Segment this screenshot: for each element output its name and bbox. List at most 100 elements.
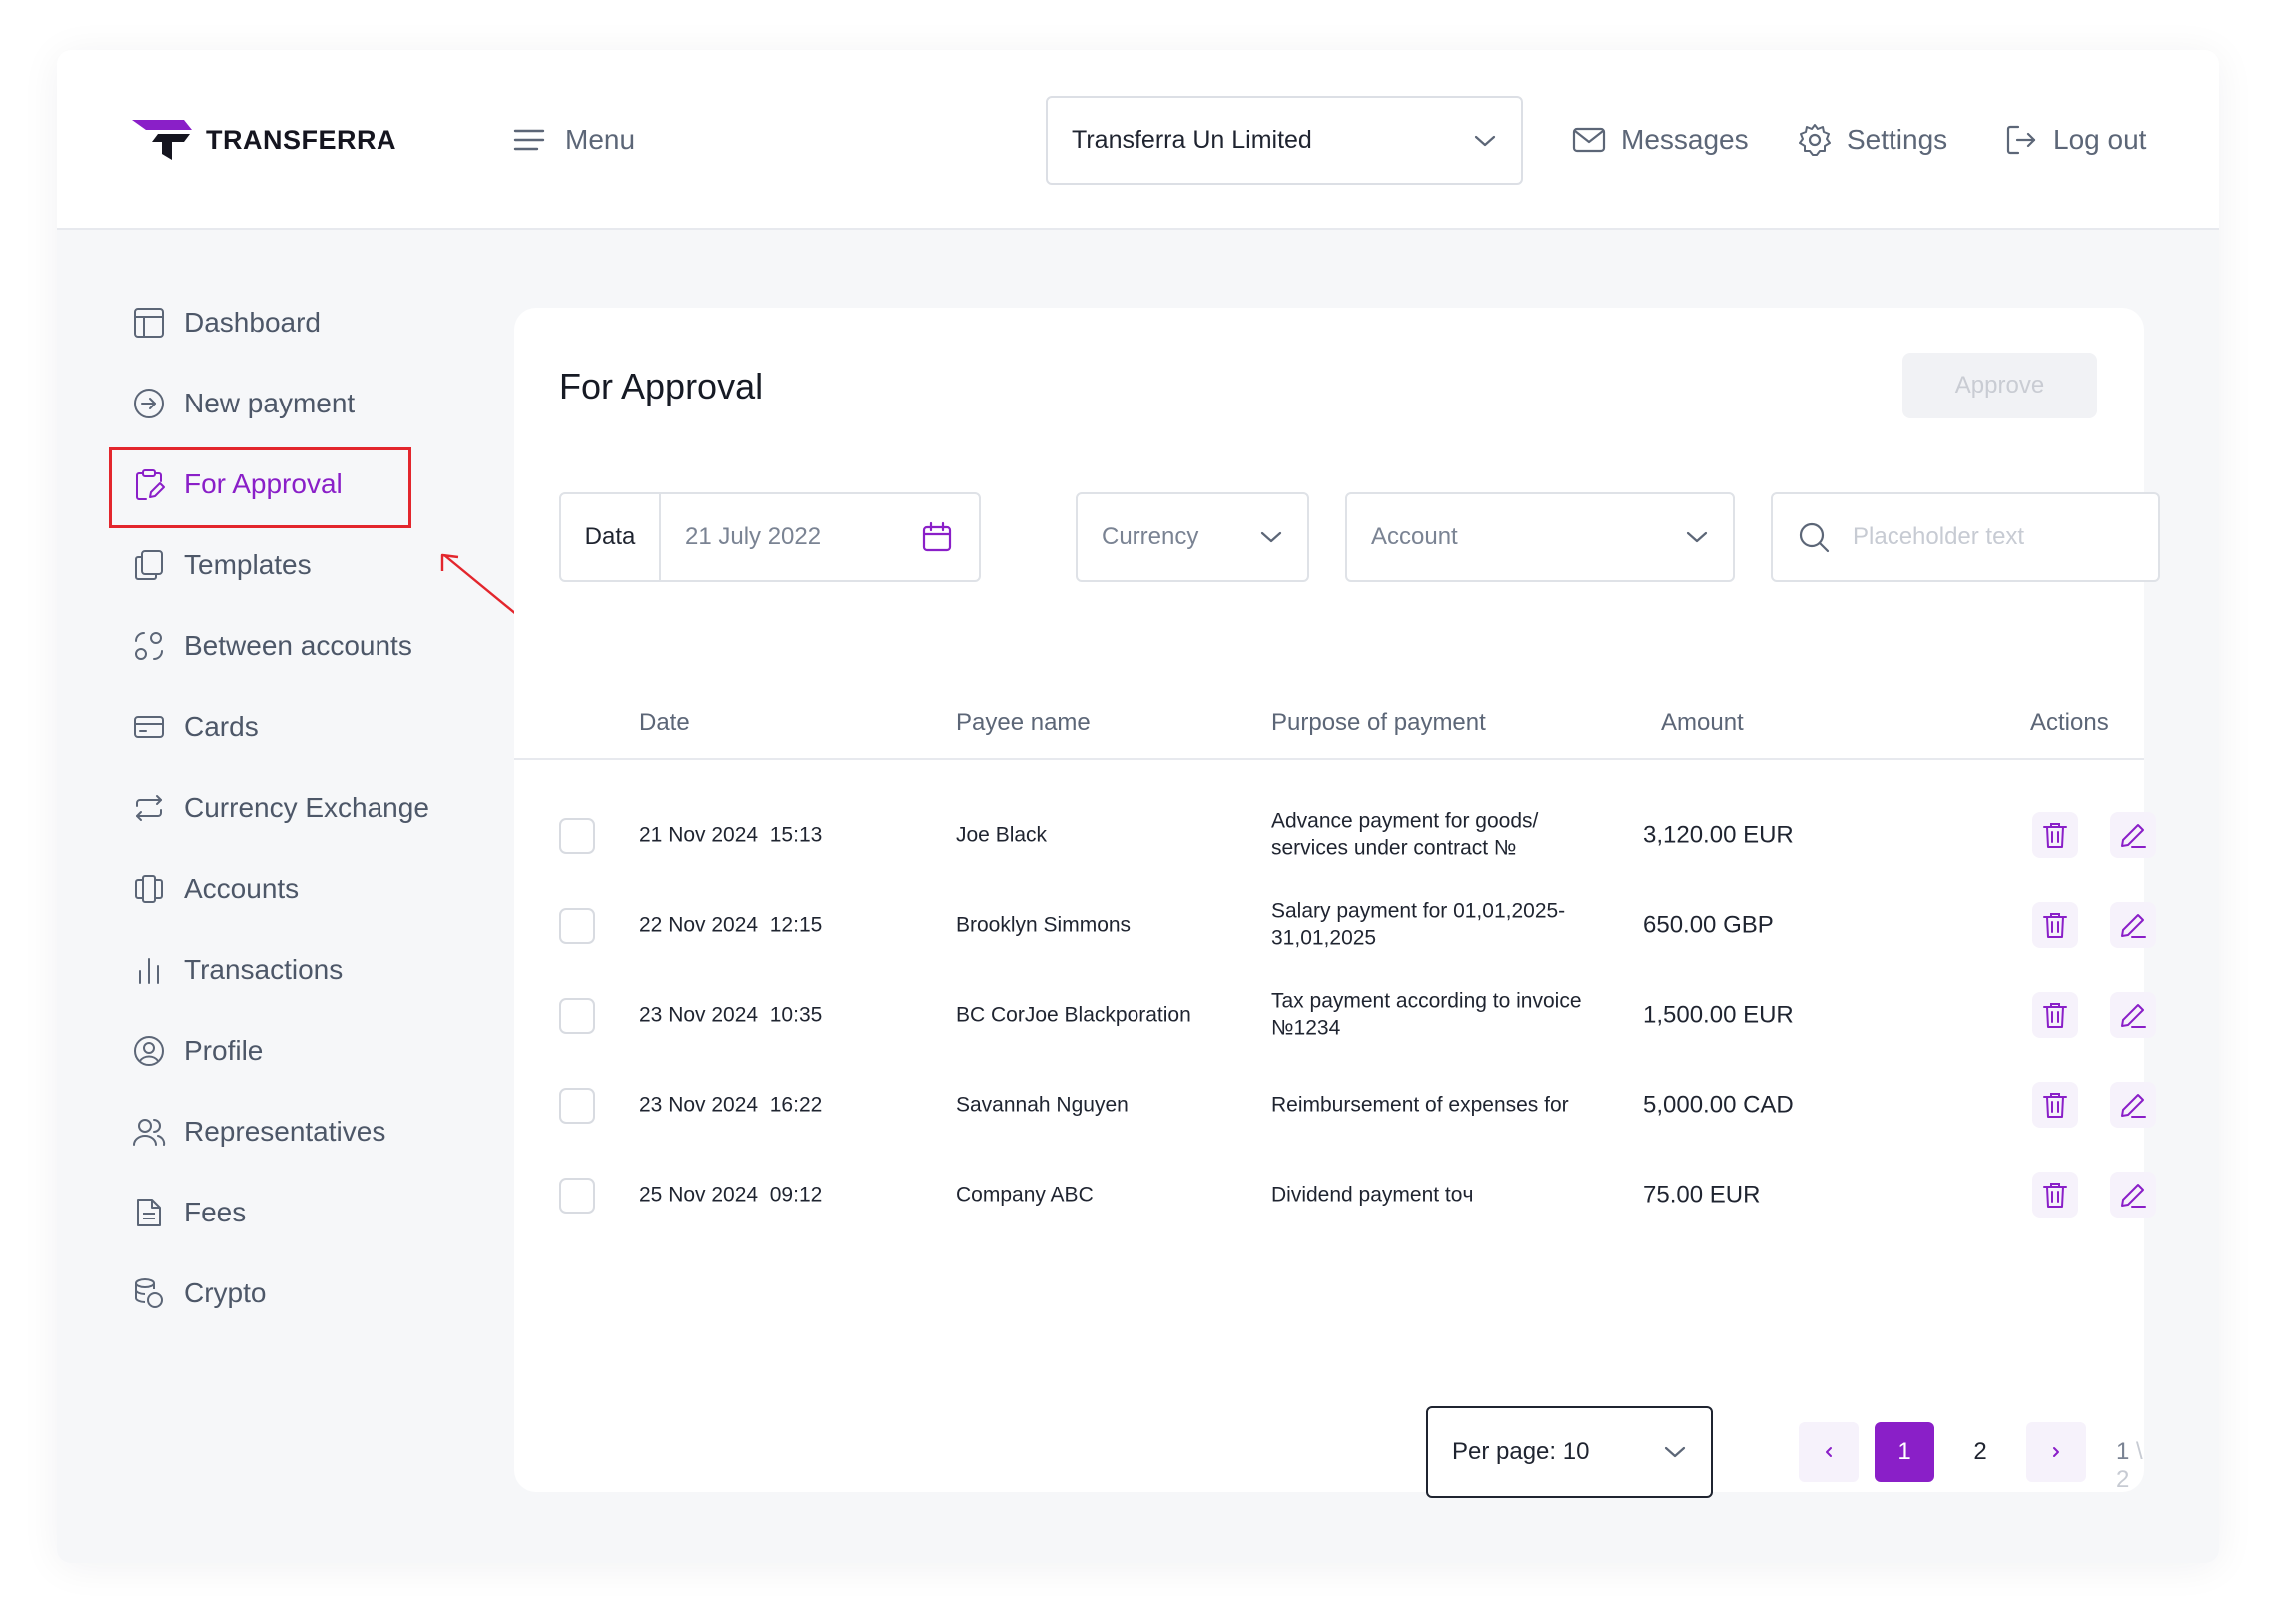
date-filter[interactable]: Data 21 July 2022 (559, 492, 981, 582)
sidebar-item-dashboard[interactable]: Dashboard (132, 306, 321, 340)
page-button-2[interactable]: 2 (1950, 1422, 2010, 1482)
delete-button[interactable] (2032, 992, 2078, 1038)
calendar-icon[interactable] (921, 521, 953, 553)
logo[interactable]: TRANSFERRA (132, 118, 396, 162)
row-amount: 1,500.00 EUR (1643, 1001, 1794, 1029)
delete-button[interactable] (2032, 902, 2078, 948)
sidebar-item-profile[interactable]: Profile (132, 1034, 263, 1068)
date-filter-value: 21 July 2022 (685, 523, 822, 550)
account-filter[interactable]: Account (1345, 492, 1735, 582)
row-checkbox[interactable] (559, 998, 595, 1034)
sidebar-item-label: Crypto (184, 1277, 267, 1308)
logout-label: Log out (2053, 124, 2147, 155)
row-checkbox[interactable] (559, 1178, 595, 1214)
table-row: 22 Nov 2024 12:15 Brooklyn Simmons Salar… (514, 880, 2156, 970)
sidebar-item-label: Cards (184, 711, 259, 742)
sidebar-item-transactions[interactable]: Transactions (132, 953, 343, 987)
next-page-button[interactable] (2026, 1422, 2086, 1482)
settings-label: Settings (1847, 124, 1948, 155)
edit-button[interactable] (2110, 1172, 2156, 1218)
table-row: 21 Nov 2024 15:13 Joe Black Advance paym… (514, 790, 2156, 880)
delete-button[interactable] (2032, 1172, 2078, 1218)
row-amount: 5,000.00 CAD (1643, 1091, 1794, 1119)
arrow-circle-icon (134, 389, 164, 418)
page-indicator-current: 1 (2116, 1438, 2130, 1465)
logout-icon (2006, 125, 2036, 155)
edit-button[interactable] (2110, 902, 2156, 948)
table-row: 23 Nov 2024 16:22 Savannah Nguyen Reimbu… (514, 1060, 2156, 1150)
chevron-down-icon (1686, 531, 1708, 543)
exchange-nodes-icon (135, 632, 163, 660)
pencil-icon (2121, 914, 2146, 938)
prev-page-button[interactable] (1799, 1422, 1859, 1482)
page-title: For Approval (559, 366, 764, 406)
page-button-1[interactable]: 1 (1875, 1422, 1934, 1482)
sidebar-item-label: Representatives (184, 1116, 386, 1147)
row-checkbox[interactable] (559, 818, 595, 854)
menu-label: Menu (565, 124, 636, 155)
edit-button[interactable] (2110, 1082, 2156, 1128)
sidebar-item-currency-exchange[interactable]: Currency Exchange (132, 791, 429, 825)
sidebar-item-between-accounts[interactable]: Between accounts (132, 629, 412, 663)
document-icon (137, 1199, 161, 1226)
sidebar-item-crypto[interactable]: Crypto (132, 1276, 266, 1310)
menu-button[interactable]: Menu (513, 124, 635, 156)
logout-link[interactable]: Log out (2003, 122, 2146, 158)
messages-label: Messages (1621, 124, 1749, 155)
page-indicator: 1 \ 2 (2116, 1438, 2144, 1494)
date-filter-label: Data (561, 494, 661, 580)
approve-button[interactable]: Approve (1902, 353, 2097, 418)
column-header-date[interactable]: Date (639, 709, 690, 737)
currency-filter[interactable]: Currency (1076, 492, 1309, 582)
sidebar-item-accounts[interactable]: Accounts (132, 872, 299, 906)
column-header-amount[interactable]: Amount (1661, 709, 1744, 737)
sidebar-item-templates[interactable]: Templates (132, 548, 312, 582)
column-header-payee[interactable]: Payee name (956, 709, 1091, 737)
row-date: 21 Nov 2024 15:13 (639, 823, 823, 847)
delete-button[interactable] (2032, 1082, 2078, 1128)
sidebar-item-new-payment[interactable]: New payment (132, 387, 355, 420)
row-date: 23 Nov 2024 10:35 (639, 1003, 823, 1027)
column-header-actions: Actions (2030, 709, 2109, 736)
trash-icon (2043, 913, 2067, 938)
sidebar-item-label: Accounts (184, 873, 300, 904)
trash-icon (2043, 1003, 2067, 1028)
per-page-select[interactable]: Per page: 10 (1426, 1406, 1713, 1498)
row-checkbox[interactable] (559, 908, 595, 944)
edit-button[interactable] (2110, 812, 2156, 858)
logo-text: TRANSFERRA (206, 124, 396, 155)
trash-icon (2043, 1093, 2067, 1118)
search-input[interactable] (1853, 523, 2112, 551)
sidebar-item-label: Fees (184, 1197, 247, 1227)
row-payee: Joe Black (956, 823, 1048, 847)
row-purpose: Dividend payment toч (1271, 1183, 1474, 1207)
company-select[interactable]: Transferra Un Limited (1046, 96, 1523, 185)
per-page-label: Per page: 10 (1452, 1438, 1590, 1465)
sidebar-item-cards[interactable]: Cards (132, 710, 259, 744)
edit-button[interactable] (2110, 992, 2156, 1038)
row-amount: 650.00 GBP (1643, 911, 1774, 939)
settings-link[interactable]: Settings (1797, 122, 1947, 158)
table-header-divider (514, 758, 2144, 760)
trash-icon (2043, 1183, 2067, 1208)
row-purpose: Salary payment for 01,01,2025-31,01,2025 (1271, 899, 1566, 950)
hamburger-icon (513, 129, 545, 151)
chevron-right-icon (2053, 1447, 2059, 1457)
bars-icon (139, 958, 159, 984)
account-filter-placeholder: Account (1371, 523, 1458, 550)
gear-icon (1799, 124, 1831, 156)
mail-icon (1572, 127, 1606, 153)
row-checkbox[interactable] (559, 1088, 595, 1124)
app-window: TRANSFERRA Menu Transferra Un Limited Me… (57, 50, 2219, 1563)
column-header-purpose[interactable]: Purpose of payment (1271, 709, 1486, 737)
row-date: 23 Nov 2024 16:22 (639, 1093, 823, 1117)
sidebar-item-fees[interactable]: Fees (132, 1196, 246, 1229)
search-field[interactable] (1771, 492, 2160, 582)
sidebar-item-representatives[interactable]: Representatives (132, 1115, 385, 1149)
top-bar: TRANSFERRA Menu Transferra Un Limited Me… (57, 50, 2219, 230)
delete-button[interactable] (2032, 812, 2078, 858)
row-purpose: Tax payment according to invoice №1234 (1271, 989, 1582, 1040)
messages-link[interactable]: Messages (1571, 122, 1749, 158)
row-payee: BC CorJoe Blackporation (956, 1003, 1191, 1027)
sidebar-item-label: Transactions (184, 954, 344, 985)
